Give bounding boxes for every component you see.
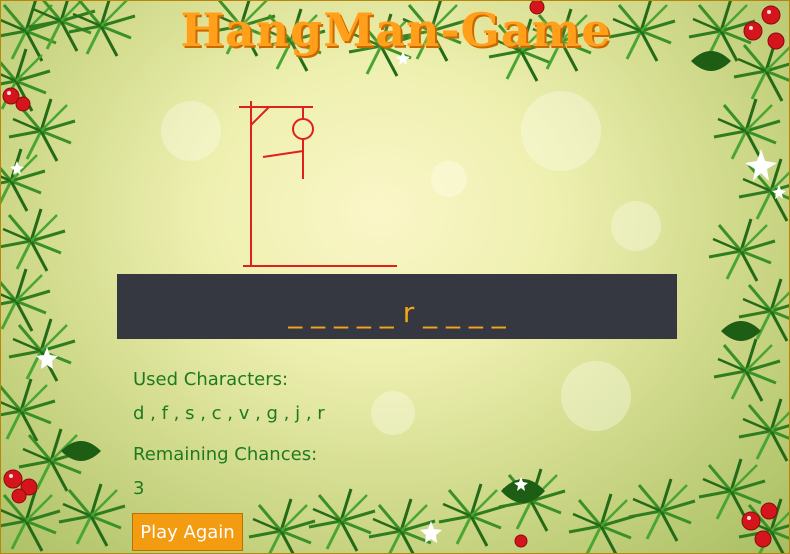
masked-word: _ _ _ _ _ r _ _ _ _ [288, 296, 506, 329]
used-characters-value: d , f , s , c , v , g , j , r [133, 403, 325, 424]
used-characters-label: Used Characters: [133, 369, 289, 390]
game-window: HangMan-Game _ _ _ _ _ r _ _ _ _ Used Ch… [0, 0, 790, 554]
play-again-button[interactable]: Play Again [132, 513, 243, 551]
word-display-bar: _ _ _ _ _ r _ _ _ _ [117, 274, 677, 339]
remaining-chances-label: Remaining Chances: [133, 444, 318, 465]
game-title: HangMan-Game [180, 3, 612, 57]
remaining-chances-value: 3 [133, 478, 145, 499]
